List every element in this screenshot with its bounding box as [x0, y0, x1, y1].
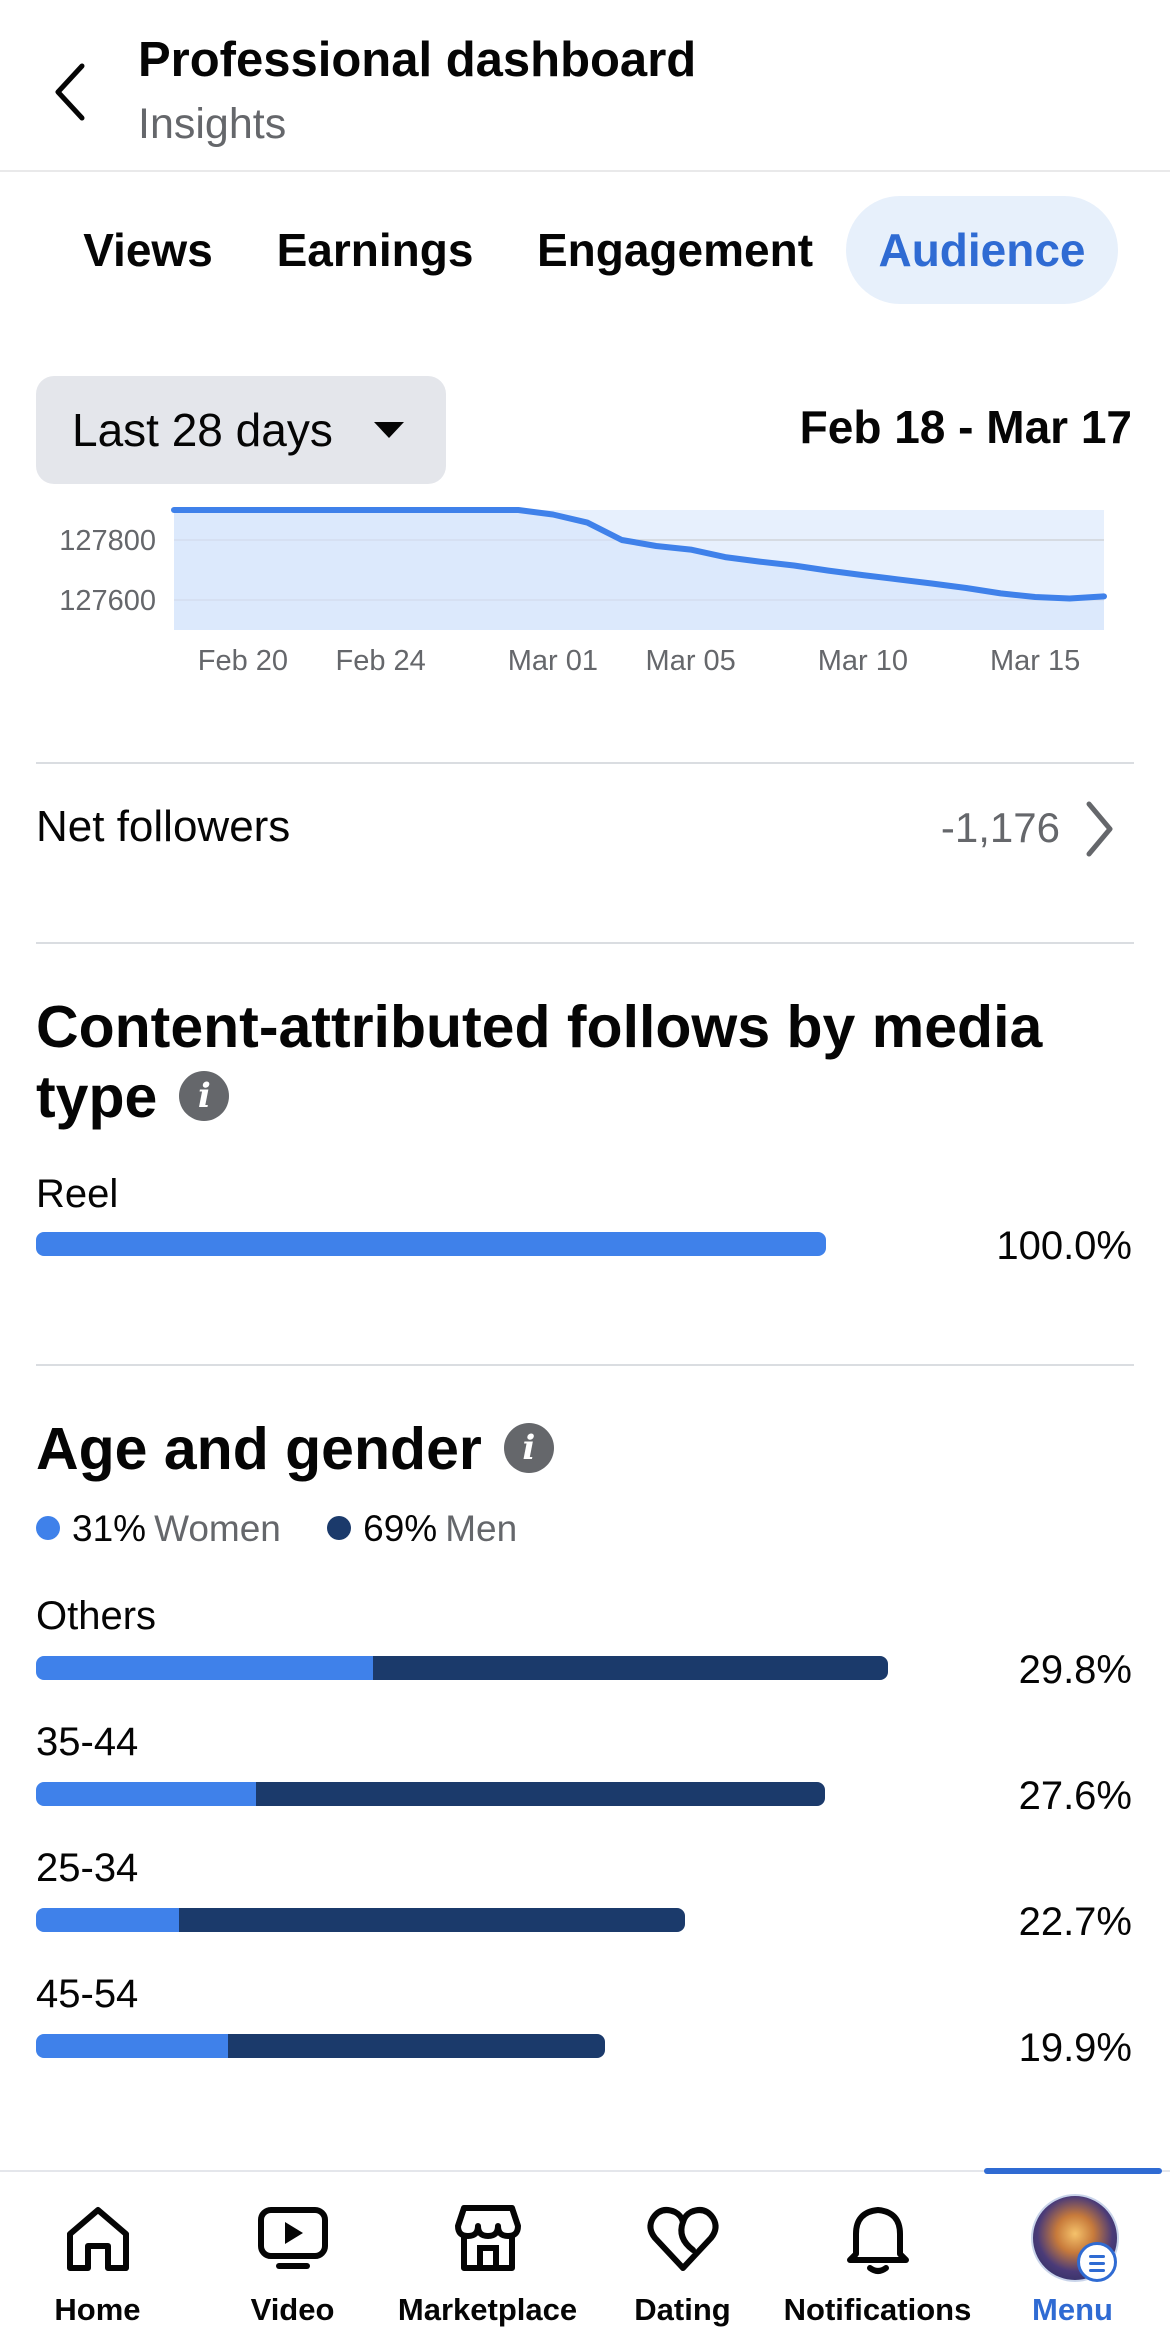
nav-video[interactable]: Video: [195, 2172, 390, 2350]
divider: [36, 762, 1134, 764]
men-dot-icon: [327, 1516, 352, 1541]
tab-earnings[interactable]: Earnings: [262, 196, 488, 304]
media-row-percent: 100.0%: [996, 1224, 1132, 1268]
chart-x-tick-label: Mar 05: [646, 645, 736, 677]
bottom-nav: Home Video Marketplace Dating Notificati…: [0, 2168, 1170, 2350]
age-row-bar-women: [36, 1656, 374, 1680]
followers-chart: 127800 127600 Feb 20 Feb 24 Mar 01 Mar 05 Mar …: [59, 507, 1107, 677]
age-row-label: 45-54: [36, 1972, 139, 2016]
back-arrow-icon[interactable]: [52, 62, 92, 122]
tab-audience[interactable]: Audience: [846, 196, 1118, 304]
info-icon[interactable]: i: [503, 1423, 554, 1474]
net-followers-value: -1,176: [940, 804, 1060, 851]
age-row-bar: [36, 1656, 888, 1680]
age-row-label: 25-34: [36, 1846, 139, 1890]
tab-views[interactable]: Views: [60, 196, 236, 304]
nav-marketplace-label: Marketplace: [397, 2292, 578, 2327]
nav-notifications[interactable]: Notifications: [780, 2172, 975, 2350]
chart-y-tick-label: 127800: [59, 525, 156, 557]
chart-x-tick-label: Mar 10: [818, 645, 908, 677]
net-followers-label[interactable]: Net followers: [36, 802, 290, 852]
legend-women: 31% Women: [36, 1508, 281, 1549]
nav-home-label: Home: [54, 2292, 141, 2327]
nav-dating-label: Dating: [634, 2292, 731, 2327]
menu-badge-icon: [1076, 2242, 1117, 2282]
header: Professional dashboard Insights: [0, 0, 1170, 172]
age-gender-heading: Age and gender i: [36, 1414, 554, 1484]
nav-home[interactable]: Home: [0, 2172, 195, 2350]
nav-marketplace[interactable]: Marketplace: [390, 2172, 585, 2350]
age-row-bar: [36, 1908, 685, 1932]
nav-dating[interactable]: Dating: [585, 2172, 780, 2350]
chart-x-tick-label: Feb 24: [336, 645, 426, 677]
date-range-text: Feb 18 - Mar 17: [799, 401, 1132, 453]
marketplace-icon: [454, 2205, 521, 2271]
age-row-percent: 22.7%: [1018, 1900, 1132, 1944]
age-row-bar-men: [179, 1908, 685, 1932]
age-row-bar: [36, 2034, 605, 2058]
page-subtitle: Insights: [138, 100, 287, 148]
nav-notifications-label: Notifications: [783, 2292, 972, 2327]
age-row-percent: 29.8%: [1018, 1648, 1132, 1692]
legend-women-pct: 31%: [72, 1508, 147, 1549]
legend-women-name: Women: [154, 1508, 281, 1549]
chart-y-tick-label: 127600: [59, 585, 156, 617]
divider: [36, 942, 1134, 944]
age-row-bar-men: [227, 2034, 605, 2058]
tab-engagement[interactable]: Engagement: [518, 196, 832, 304]
bell-icon: [846, 2207, 909, 2274]
chevron-right-icon[interactable]: [1084, 800, 1114, 858]
nav-menu[interactable]: Menu: [975, 2172, 1170, 2350]
caret-down-icon: [374, 422, 404, 438]
legend-men-pct: 69%: [363, 1508, 438, 1549]
home-icon: [66, 2207, 129, 2271]
age-row-bar-men: [256, 1782, 826, 1806]
dating-icon: [646, 2207, 719, 2271]
age-row-bar-men: [373, 1656, 888, 1680]
date-range-dropdown[interactable]: Last 28 days: [36, 376, 446, 484]
legend-men: 69% Men: [327, 1508, 517, 1549]
divider: [36, 1364, 1134, 1366]
age-row-bar-women: [36, 1782, 257, 1806]
date-range-label: Last 28 days: [72, 404, 333, 456]
age-gender-title: Age and gender: [36, 1416, 482, 1482]
page-title: Professional dashboard: [138, 33, 697, 87]
nav-menu-label: Menu: [1032, 2292, 1113, 2327]
media-row-label: Reel: [36, 1172, 119, 1216]
video-icon: [257, 2207, 328, 2269]
age-row-bar-women: [36, 2034, 228, 2058]
nav-video-label: Video: [250, 2292, 335, 2327]
women-dot-icon: [36, 1516, 60, 1541]
chart-x-tick-label: Mar 15: [990, 645, 1080, 677]
age-row-label: Others: [36, 1594, 157, 1638]
age-row-percent: 19.9%: [1018, 2026, 1132, 2070]
media-row-bar-fill: [36, 1232, 826, 1256]
age-row-label: 35-44: [36, 1720, 139, 1764]
age-row-bar: [36, 1782, 826, 1806]
info-icon[interactable]: i: [179, 1071, 230, 1122]
chart-x-tick-label: Mar 01: [508, 645, 598, 677]
legend-men-name: Men: [445, 1508, 518, 1549]
chart-x-tick-label: Feb 20: [198, 645, 288, 677]
age-row-bar-women: [36, 1908, 180, 1932]
age-row-percent: 27.6%: [1018, 1774, 1132, 1818]
media-type-heading: Content-attributed follows by media type…: [36, 992, 1136, 1132]
age-gender-legend: 31% Women 69% Men: [36, 1508, 553, 1550]
